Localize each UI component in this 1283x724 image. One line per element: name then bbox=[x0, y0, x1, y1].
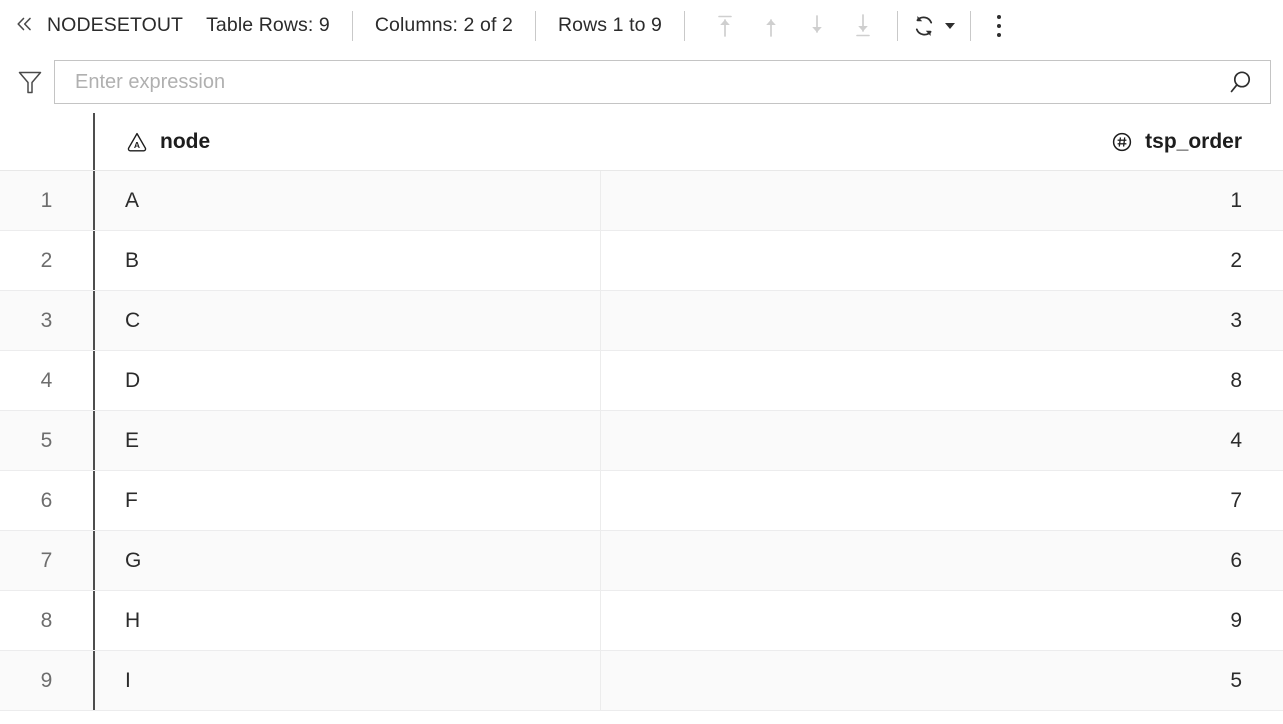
row-number: 3 bbox=[0, 291, 95, 350]
kebab-dot-1 bbox=[997, 14, 1002, 19]
grid-header-row: A node tsp_order bbox=[0, 113, 1283, 171]
search-icon bbox=[1230, 71, 1251, 93]
cell-tsp-order[interactable]: 9 bbox=[601, 591, 1283, 650]
table-row[interactable]: 2B2 bbox=[0, 231, 1283, 291]
collapse-panel-button[interactable] bbox=[8, 15, 41, 36]
rows-range-label: Rows 1 to 9 bbox=[557, 14, 663, 36]
toolbar-divider-1 bbox=[351, 10, 353, 41]
data-grid[interactable]: A node tsp_order 1A12B23C34D85E46F77G68H… bbox=[0, 113, 1283, 724]
column-header-node-label: node bbox=[160, 129, 211, 153]
svg-text:A: A bbox=[134, 140, 140, 150]
cell-node[interactable]: E bbox=[95, 411, 601, 470]
cell-tsp-order[interactable]: 8 bbox=[601, 351, 1283, 410]
table-row[interactable]: 3C3 bbox=[0, 291, 1283, 351]
table-row[interactable]: 4D8 bbox=[0, 351, 1283, 411]
cell-node[interactable]: B bbox=[95, 231, 601, 290]
search-button[interactable] bbox=[1222, 63, 1260, 101]
filter-bar bbox=[0, 51, 1283, 113]
cell-node[interactable]: H bbox=[95, 591, 601, 650]
next-rows-button[interactable] bbox=[796, 5, 838, 47]
cell-tsp-order[interactable]: 4 bbox=[601, 411, 1283, 470]
table-row[interactable]: 7G6 bbox=[0, 531, 1283, 591]
table-row[interactable]: 1A1 bbox=[0, 171, 1283, 231]
grid-body: 1A12B23C34D85E46F77G68H99I5 bbox=[0, 171, 1283, 711]
arrow-down-icon bbox=[812, 14, 822, 33]
row-number: 5 bbox=[0, 411, 95, 470]
row-number: 4 bbox=[0, 351, 95, 410]
kebab-dot-3 bbox=[997, 32, 1002, 37]
column-header-tsp-order-label: tsp_order bbox=[1145, 129, 1242, 153]
refresh-button[interactable] bbox=[911, 13, 957, 39]
kebab-dot-2 bbox=[997, 23, 1002, 28]
cell-tsp-order[interactable]: 3 bbox=[601, 291, 1283, 350]
string-type-icon: A bbox=[127, 132, 147, 151]
cell-tsp-order[interactable]: 6 bbox=[601, 531, 1283, 590]
double-chevron-left-icon bbox=[17, 17, 31, 31]
table-row[interactable]: 6F7 bbox=[0, 471, 1283, 531]
row-navigation-group bbox=[698, 5, 884, 47]
toolbar-divider-4 bbox=[897, 10, 899, 41]
table-name-label: NODESETOUT bbox=[47, 14, 184, 36]
cell-node[interactable]: F bbox=[95, 471, 601, 530]
row-number: 8 bbox=[0, 591, 95, 650]
previous-rows-button[interactable] bbox=[750, 5, 792, 47]
column-header-node[interactable]: A node bbox=[95, 113, 601, 170]
table-row[interactable]: 8H9 bbox=[0, 591, 1283, 651]
row-number: 1 bbox=[0, 171, 95, 230]
cell-node[interactable]: I bbox=[95, 651, 601, 710]
table-rows-label: Table Rows: 9 bbox=[206, 14, 330, 36]
funnel-filter-icon bbox=[18, 71, 42, 94]
toolbar-divider-3 bbox=[684, 10, 686, 41]
cell-node[interactable]: A bbox=[95, 171, 601, 230]
refresh-icon bbox=[915, 15, 933, 36]
row-number: 6 bbox=[0, 471, 95, 530]
table-row[interactable]: 9I5 bbox=[0, 651, 1283, 711]
table-toolbar: NODESETOUT Table Rows: 9 Columns: 2 of 2… bbox=[0, 0, 1283, 51]
last-rows-button[interactable] bbox=[842, 5, 884, 47]
row-number: 9 bbox=[0, 651, 95, 710]
column-header-tsp-order[interactable]: tsp_order bbox=[601, 113, 1283, 170]
overflow-menu-button[interactable] bbox=[984, 5, 1014, 47]
arrow-down-to-line-icon bbox=[856, 13, 870, 36]
cell-node[interactable]: D bbox=[95, 351, 601, 410]
toolbar-divider-2 bbox=[534, 10, 536, 41]
cell-tsp-order[interactable]: 1 bbox=[601, 171, 1283, 230]
columns-count-label: Columns: 2 of 2 bbox=[374, 14, 513, 36]
cell-tsp-order[interactable]: 2 bbox=[601, 231, 1283, 290]
cell-tsp-order[interactable]: 7 bbox=[601, 471, 1283, 530]
toolbar-divider-5 bbox=[970, 10, 972, 41]
row-number: 7 bbox=[0, 531, 95, 590]
header-row-number-gutter bbox=[0, 113, 95, 170]
caret-down-icon bbox=[945, 22, 956, 29]
first-rows-button[interactable] bbox=[704, 5, 746, 47]
arrow-up-icon bbox=[766, 18, 776, 37]
filter-funnel-button[interactable] bbox=[6, 58, 54, 106]
cell-tsp-order[interactable]: 5 bbox=[601, 651, 1283, 710]
arrow-up-to-line-icon bbox=[718, 15, 732, 37]
cell-node[interactable]: G bbox=[95, 531, 601, 590]
expression-input[interactable] bbox=[73, 60, 1222, 104]
row-number: 2 bbox=[0, 231, 95, 290]
integer-type-icon bbox=[1112, 132, 1132, 151]
cell-node[interactable]: C bbox=[95, 291, 601, 350]
expression-field-wrapper bbox=[54, 60, 1271, 104]
table-row[interactable]: 5E4 bbox=[0, 411, 1283, 471]
